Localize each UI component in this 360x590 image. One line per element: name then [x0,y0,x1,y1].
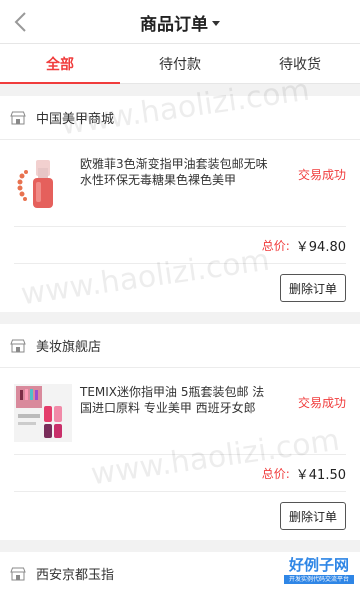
tab-all[interactable]: 全部 [0,44,120,84]
status-badge: 交易成功 [297,396,346,410]
total-row: 总价: ￥94.80 [0,227,360,263]
product-title: TEMIX迷你指甲油 5瓶套装包邮 法国进口原料 专业美甲 西班牙女郎 [80,385,265,415]
delete-order-button[interactable]: 删除订单 [279,274,346,302]
order-item[interactable]: TEMIX迷你指甲油 5瓶套装包邮 法国进口原料 专业美甲 西班牙女郎 交易成功 [0,368,360,454]
divider [0,540,360,552]
total-label: 总价: [261,238,290,253]
order-card: 美妆旗舰店 TEMIX迷你指甲油 5瓶套装包邮 法国进口原料 专业美甲 西班牙女… [0,324,360,540]
tab-pending-payment[interactable]: 待付款 [120,44,240,83]
product-image [14,156,72,214]
shop-name: 中国美甲商城 [36,112,115,127]
divider [0,84,360,96]
action-row: 删除订单 [0,264,360,312]
title-dropdown[interactable]: 商品订单 [0,0,360,44]
order-item[interactable]: 欧雅菲3色渐变指甲油套装包邮无味水性环保无毒糖果色裸色美甲 交易成功 [0,140,360,226]
product-title: 欧雅菲3色渐变指甲油套装包邮无味水性环保无毒糖果色裸色美甲 [80,157,268,187]
order-card: 中国美甲商城 欧雅菲3色渐变指甲油套装包邮无味水性环保无毒糖果色裸色美甲 交易成… [0,96,360,312]
total-price: ￥94.80 [295,239,346,255]
header: 商品订单 [0,0,360,44]
total-price: ￥41.50 [295,467,346,483]
shop-icon [10,339,26,352]
order-card: 西安京都玉指 [0,552,360,590]
shop-row[interactable]: 美妆旗舰店 [0,324,360,368]
caret-down-icon [212,20,220,26]
shop-row[interactable]: 中国美甲商城 [0,96,360,140]
total-label: 总价: [261,466,290,481]
order-tabs: 全部 待付款 待收货 [0,44,360,84]
shop-row[interactable]: 西安京都玉指 [0,552,360,590]
action-row: 删除订单 [0,492,360,540]
product-image [14,384,72,442]
shop-icon [10,111,26,124]
divider [0,312,360,324]
shop-name: 西安京都玉指 [36,568,115,583]
page-title: 商品订单 [140,14,208,35]
tab-pending-receipt[interactable]: 待收货 [240,44,360,83]
shop-icon [10,567,26,580]
shop-name: 美妆旗舰店 [36,340,102,355]
status-badge: 交易成功 [297,168,346,182]
total-row: 总价: ￥41.50 [0,455,360,491]
delete-order-button[interactable]: 删除订单 [279,502,346,530]
